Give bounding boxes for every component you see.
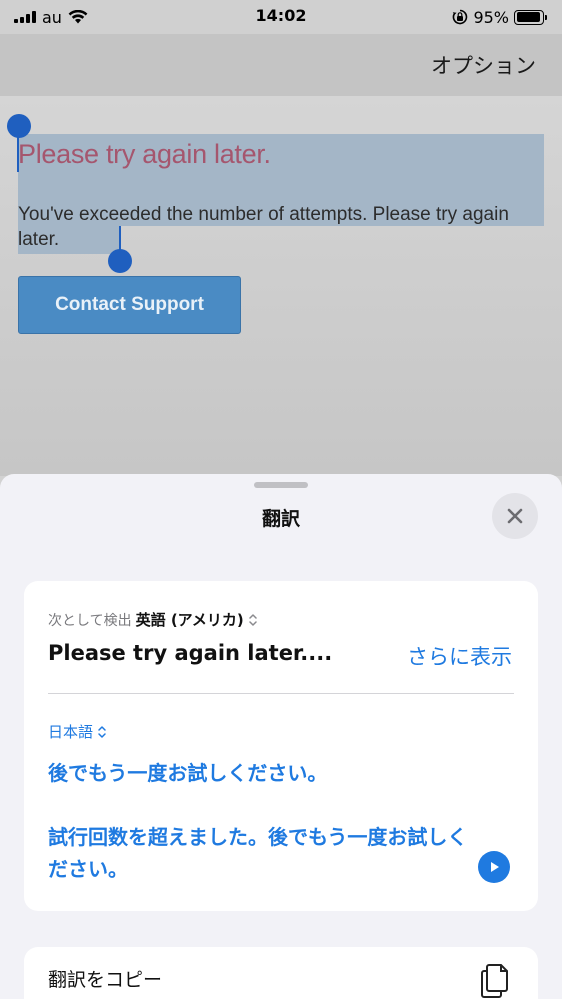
detected-prefix: 次として検出 bbox=[48, 612, 132, 629]
divider bbox=[48, 693, 514, 694]
play-button[interactable] bbox=[478, 851, 510, 883]
target-language: 日本語 bbox=[48, 723, 94, 741]
error-title: Please try again later. bbox=[18, 139, 271, 169]
selection-start-handle[interactable] bbox=[7, 114, 31, 138]
chevron-up-down-icon bbox=[98, 725, 106, 738]
play-icon bbox=[491, 862, 499, 872]
close-button[interactable] bbox=[492, 493, 538, 539]
cellular-signal-icon bbox=[14, 11, 36, 23]
translation-line-1: 後でもう一度お試しください。 bbox=[48, 761, 328, 785]
web-page: Please try again later. You've exceeded … bbox=[0, 96, 562, 476]
sheet-title: 翻訳 bbox=[261, 508, 300, 530]
wifi-icon bbox=[68, 10, 88, 24]
target-language-picker[interactable]: 日本語 bbox=[48, 721, 107, 742]
status-left: au bbox=[14, 8, 88, 27]
show-more-link[interactable]: さらに表示 bbox=[407, 641, 512, 671]
close-icon bbox=[507, 508, 523, 524]
orientation-lock-icon bbox=[453, 9, 468, 25]
copy-translation-label: 翻訳をコピー bbox=[48, 969, 163, 991]
selection-end-handle[interactable] bbox=[108, 249, 132, 273]
nav-bar: オプション bbox=[0, 34, 562, 96]
chevron-up-down-icon bbox=[249, 613, 257, 626]
status-bar: au 14:02 95% bbox=[0, 0, 562, 34]
translate-sheet: 翻訳 次として検出 英語 (アメリカ) Please try again lat… bbox=[0, 474, 562, 999]
error-message: You've exceeded the number of attempts. … bbox=[18, 204, 509, 250]
battery-level bbox=[516, 12, 541, 22]
copy-translation-row[interactable]: 翻訳をコピー bbox=[24, 947, 538, 999]
sheet-grabber[interactable] bbox=[254, 482, 308, 488]
translation-card: 次として検出 英語 (アメリカ) Please try again later.… bbox=[24, 581, 538, 911]
detected-language-row[interactable]: 次として検出 英語 (アメリカ) bbox=[48, 609, 258, 630]
translation-line-2: 試行回数を超えました。後でもう一度お試しください。 bbox=[48, 825, 468, 881]
detected-language: 英語 (アメリカ) bbox=[135, 611, 244, 629]
source-text: Please try again later.... bbox=[48, 641, 333, 665]
battery-percent: 95% bbox=[473, 7, 509, 27]
contact-support-button[interactable]: Contact Support bbox=[18, 276, 241, 334]
status-right: 95% bbox=[452, 7, 547, 27]
carrier-name: au bbox=[42, 7, 62, 27]
copy-icon bbox=[481, 964, 508, 998]
options-button[interactable]: オプション bbox=[431, 50, 536, 80]
selection-start-cursor bbox=[17, 132, 19, 172]
battery-icon bbox=[514, 9, 547, 25]
